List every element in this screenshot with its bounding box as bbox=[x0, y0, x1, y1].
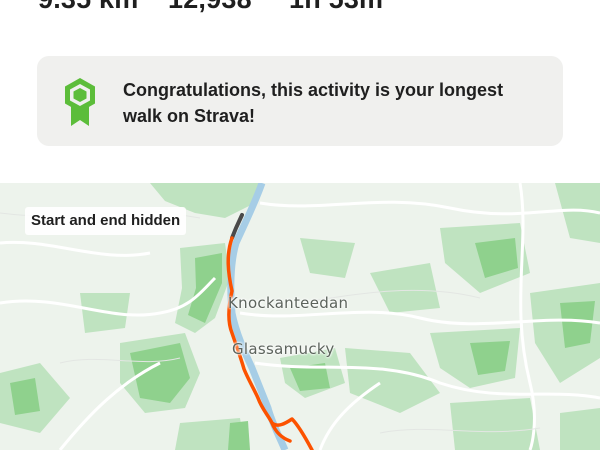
start-end-hidden-label: Start and end hidden bbox=[25, 207, 187, 235]
distance-value: 9.35 km bbox=[38, 0, 138, 15]
place-label-glassamucky: Glassamucky bbox=[232, 340, 335, 358]
achievement-badge-icon bbox=[62, 76, 98, 126]
place-label-knockanteedan: Knockanteedan bbox=[228, 294, 349, 312]
achievement-text: Congratulations, this activity is your l… bbox=[123, 80, 504, 126]
activity-stats-row: 9.35 km 12,938 1h 53m bbox=[0, 0, 600, 40]
moving-time-value: 1h 53m bbox=[289, 0, 383, 15]
steps-value: 12,938 bbox=[168, 0, 252, 15]
achievement-card[interactable]: Congratulations, this activity is your l… bbox=[37, 56, 563, 146]
